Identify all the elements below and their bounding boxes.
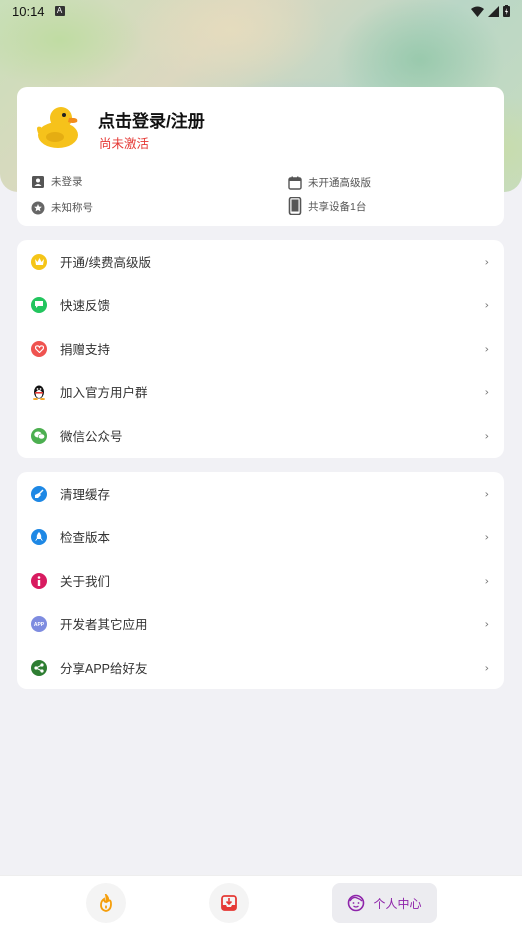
activation-status: 尚未激活: [99, 137, 150, 151]
login-state-item: 未登录: [31, 174, 83, 189]
chevron-right-icon: ›: [484, 385, 489, 398]
chevron-right-icon: ›: [484, 429, 489, 442]
menu-item-label: 微信公众号: [60, 430, 123, 444]
menu-item-donate[interactable]: 捐赠支持 ›: [17, 327, 504, 370]
nickname-label: 未知称号: [51, 202, 93, 214]
chevron-right-icon: ›: [484, 530, 489, 543]
chevron-right-icon: ›: [484, 574, 489, 587]
shared-devices-label: 共享设备1台: [308, 200, 367, 213]
menu-item-check-version[interactable]: 检查版本 ›: [17, 515, 504, 558]
nickname-item: 未知称号: [31, 200, 93, 215]
rubber-duck-icon[interactable]: [33, 103, 81, 151]
broom-icon: [31, 485, 47, 502]
rocket-icon: [31, 528, 47, 545]
signal-icon: [488, 5, 499, 17]
star-badge-icon: [31, 201, 45, 214]
menu-item-label: 检查版本: [60, 531, 111, 545]
premium-state-item: 未开通高级版: [288, 175, 371, 190]
menu-group-app: 清理缓存 › 检查版本 › 关于我们 › APP 开发者其它应用 › 分享APP…: [17, 472, 504, 689]
menu-item-premium[interactable]: 开通/续费高级版 ›: [17, 240, 504, 283]
notification-a-icon: A: [54, 6, 65, 16]
status-time: 10:14: [12, 3, 45, 19]
crown-icon: [31, 253, 47, 270]
nav-home-button[interactable]: [86, 883, 126, 923]
qq-penguin-icon: [31, 384, 47, 400]
contact-card-icon: [32, 175, 44, 188]
chevron-right-icon: ›: [484, 617, 489, 630]
chevron-right-icon: ›: [484, 298, 489, 311]
login-state-label: 未登录: [51, 176, 83, 188]
profile-card[interactable]: 点击登录/注册 尚未激活 未登录 未开通高级版 未知称号 共享设备1台: [17, 87, 504, 226]
phone-device-icon: [288, 197, 302, 215]
chat-icon: [31, 296, 47, 313]
menu-item-label: 分享APP给好友: [60, 662, 148, 676]
bottom-navigation: 个人中心: [0, 875, 522, 928]
menu-group-premium: 开通/续费高级版 › 快速反馈 › 捐赠支持 › 加入官方用户群 › 微信公众号…: [17, 240, 504, 458]
chevron-right-icon: ›: [484, 661, 489, 674]
menu-item-other-apps[interactable]: APP 开发者其它应用 ›: [17, 602, 504, 645]
menu-item-label: 快速反馈: [60, 299, 111, 313]
menu-item-label: 关于我们: [60, 575, 111, 589]
inbox-icon: [221, 895, 237, 911]
info-icon: [31, 572, 47, 589]
share-icon: [31, 659, 47, 676]
menu-item-label: 加入官方用户群: [60, 386, 148, 400]
menu-item-label: 捐赠支持: [60, 343, 111, 357]
nav-profile-label: 个人中心: [373, 896, 422, 911]
chevron-right-icon: ›: [484, 487, 489, 500]
menu-item-label: 清理缓存: [60, 488, 111, 502]
nav-profile-button[interactable]: 个人中心: [332, 883, 437, 923]
wechat-icon: [31, 427, 47, 444]
heart-icon: [31, 340, 47, 357]
status-right: [471, 5, 510, 17]
premium-state-label: 未开通高级版: [308, 177, 371, 189]
menu-item-label: 开发者其它应用: [60, 618, 148, 632]
menu-item-qq-group[interactable]: 加入官方用户群 ›: [17, 370, 504, 413]
chevron-right-icon: ›: [484, 342, 489, 355]
login-register-title[interactable]: 点击登录/注册: [98, 107, 205, 132]
menu-item-clear-cache[interactable]: 清理缓存 ›: [17, 472, 504, 515]
flame-icon: [100, 894, 112, 912]
calendar-icon: [288, 176, 302, 190]
menu-item-label: 开通/续费高级版: [60, 256, 151, 270]
status-bar: 10:14 A: [0, 0, 522, 22]
nav-inbox-button[interactable]: [209, 883, 249, 923]
menu-item-share-app[interactable]: 分享APP给好友 ›: [17, 646, 504, 689]
battery-icon: [503, 5, 510, 17]
shared-devices-item: 共享设备1台: [288, 197, 366, 215]
wifi-icon: [471, 6, 484, 17]
menu-item-wechat[interactable]: 微信公众号 ›: [17, 414, 504, 457]
chevron-right-icon: ›: [484, 255, 489, 268]
smiley-face-icon: [348, 894, 365, 912]
menu-item-about[interactable]: 关于我们 ›: [17, 559, 504, 602]
svg-text:APP: APP: [34, 622, 45, 627]
app-icon: APP: [31, 615, 47, 632]
menu-item-feedback[interactable]: 快速反馈 ›: [17, 283, 504, 326]
